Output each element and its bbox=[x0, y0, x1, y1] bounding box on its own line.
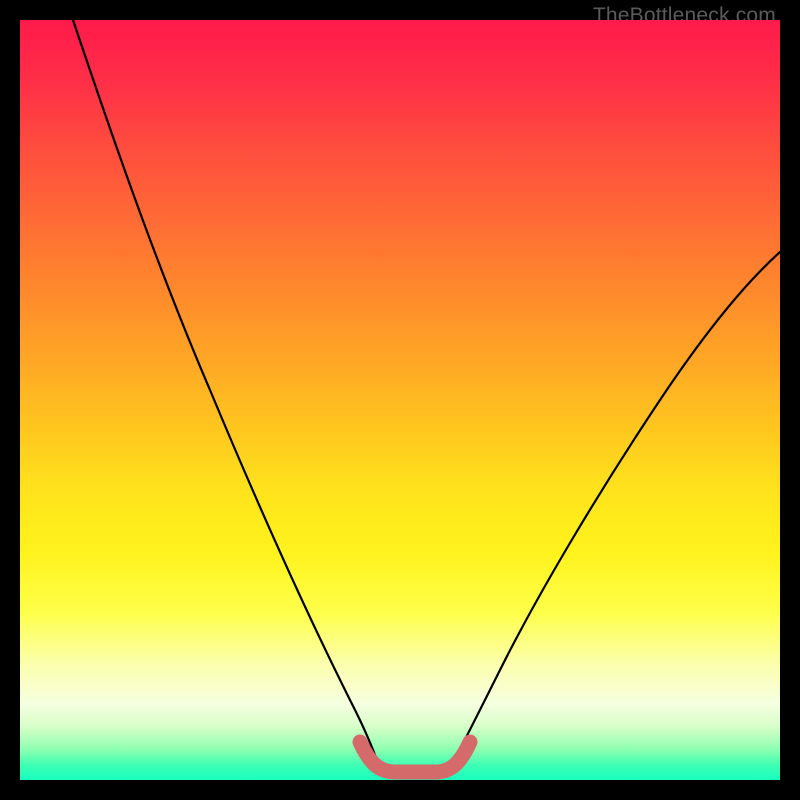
chart-frame: TheBottleneck.com bbox=[0, 0, 800, 800]
right-curve bbox=[450, 252, 780, 768]
highlight-band bbox=[360, 742, 470, 772]
curve-layer bbox=[20, 20, 780, 780]
left-curve bbox=[73, 20, 380, 768]
plot-area bbox=[20, 20, 780, 780]
